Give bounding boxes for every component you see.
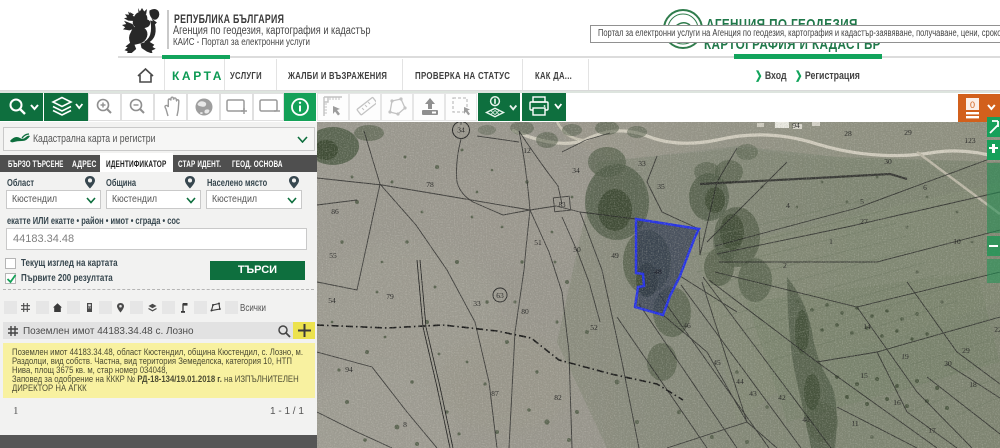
svg-text:0: 0 <box>970 100 975 110</box>
